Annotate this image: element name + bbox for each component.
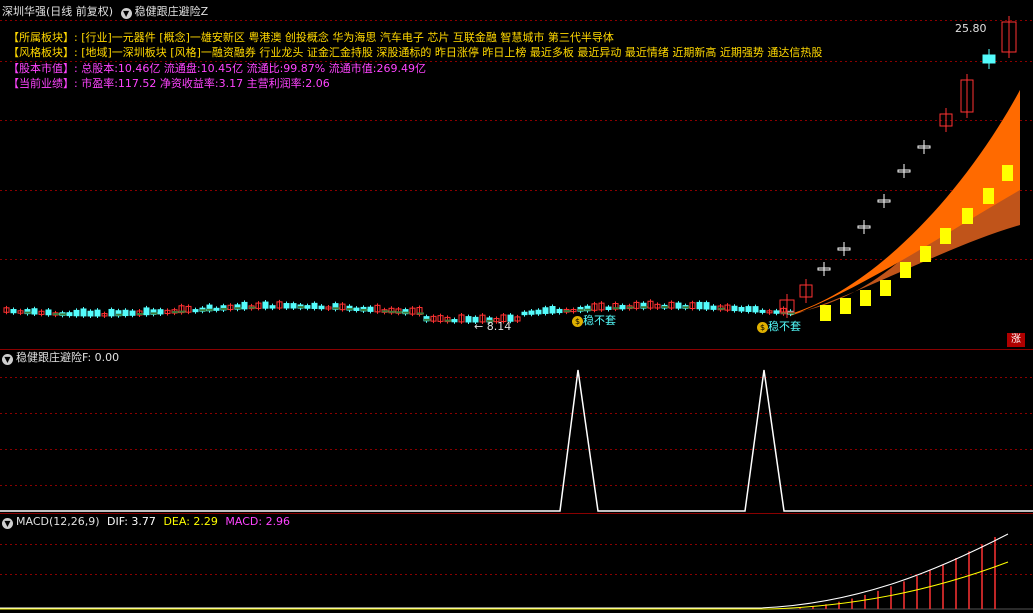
candle-body [73,309,80,317]
candle-body [703,302,710,310]
signal-bar [840,298,851,314]
candle-body [752,306,759,313]
candle-body [213,307,220,311]
candle-body [982,54,996,64]
candle-body [192,309,199,313]
info-text: [地域]一深圳板块 [风格]一融资融券 行业龙头 证金汇金持股 深股通标的 昨日… [81,46,823,59]
candle-body [521,311,528,316]
indicator-pane-header: ▼ 稳健跟庄避险F: 0.00 [2,351,119,365]
candle-body [241,301,248,310]
candle-body [66,312,73,317]
signal-bar [900,262,911,278]
candle-body [262,301,269,309]
money-bag-icon: $ [572,316,583,327]
macd-dea: DEA: 2.29 [163,515,218,528]
signal-bar [962,208,973,224]
candle-body [759,309,766,313]
macd-pane-header: ▼ MACD(12,26,9) DIF: 3.77 DEA: 2.29 MACD:… [2,515,290,529]
stock-title: 深圳华强(日线 前复权) [2,5,114,18]
candle-body [696,301,703,310]
candle-body [304,305,311,309]
candle-body [143,307,150,316]
candle-body [283,303,290,309]
info-label: 【风格板块】: [8,46,78,59]
indicator-chart[interactable] [0,350,1033,513]
info-line-sector: 【所属板块】: [行业]一元器件 [概念]一雄安新区 粤港澳 创投概念 华为海思… [8,30,614,45]
candle-body [10,309,17,314]
macd-value: MACD: 2.96 [225,515,291,528]
chevron-down-icon[interactable]: ▼ [120,8,132,19]
price-low-value: 8.14 [486,320,512,333]
money-bag-icon: $ [757,322,768,333]
indicator-line [0,369,1033,512]
candle-body [353,307,360,312]
macd-name: MACD(12,26,9) [16,515,100,528]
info-text: 市盈率:117.52 净资收益率:3.17 主营利润率:2.06 [81,77,330,90]
candle-body [311,302,318,309]
info-line-performance: 【当前业绩】: 市盈率:117.52 净资收益率:3.17 主营利润率:2.06 [8,76,330,91]
macd-pane[interactable]: ▼ MACD(12,26,9) DIF: 3.77 DEA: 2.29 MACD:… [0,514,1033,613]
price-high-label: 25.80 [955,22,987,35]
signal-label: 稳不套 [768,320,801,333]
signal-bar [820,305,831,321]
candle-body [122,309,129,317]
candle-body [290,303,297,309]
signal-bar [860,290,871,306]
signal-marker-2: $ 稳不套 [757,318,801,334]
candle-body [31,308,38,315]
chevron-down-icon[interactable]: ▼ [2,518,13,529]
candle-body [738,306,745,312]
candle-body [465,316,472,323]
info-line-style: 【风格板块】: [地域]一深圳板块 [风格]一融资融券 行业龙头 证金汇金持股 … [8,45,822,60]
candle-body [528,310,535,315]
sub-indicator-value: : 0.00 [87,351,120,364]
signal-bar [983,188,994,204]
info-text: [行业]一元器件 [概念]一雄安新区 粤港澳 创投概念 华为海思 汽车电子 芯片… [81,31,614,44]
info-text: 总股本:10.46亿 流通盘:10.45亿 流通比:99.87% 流通市值:26… [81,62,426,75]
signal-bar [1002,165,1013,181]
candle-body [773,310,780,314]
candle-body [605,306,612,310]
main-indicator-name: 稳健跟庄避险Z [134,5,209,18]
candle-body [549,306,556,314]
dif-line [0,533,1009,609]
candle-body [87,310,94,317]
candle-body [542,307,549,314]
price-pane[interactable]: 深圳华强(日线 前复权) ▼ 稳健跟庄避险Z 【所属板块】: [行业]一元器件 [… [0,0,1033,349]
sub-indicator-name: 稳健跟庄避险F [16,351,88,364]
candle-body [94,309,101,317]
candle-body [731,305,738,312]
macd-dif: DIF: 3.77 [107,515,156,528]
signal-label: 稳不套 [583,314,616,327]
candle-body [535,309,542,315]
signal-bar [920,246,931,262]
candle-body [367,306,374,312]
candle-body [45,309,52,316]
candle-body [556,308,563,314]
signal-bar [940,228,951,244]
candle-body [318,305,325,310]
dea-line [0,561,1009,610]
candle-body [269,305,276,309]
info-label: 【股本市值】: [8,62,78,75]
signal-marker-1: $ 稳不套 [572,312,616,328]
price-pane-header: 深圳华强(日线 前复权) ▼ 稳健跟庄避险Z [2,5,208,19]
candle-body [619,304,626,310]
candle-body [675,302,682,309]
info-line-capital: 【股本市值】: 总股本:10.46亿 流通盘:10.45亿 流通比:99.87%… [8,61,426,76]
signal-bar [880,280,891,296]
limit-up-badge[interactable]: 涨 [1007,333,1025,347]
candle-body [157,309,164,315]
info-label: 【所属板块】: [8,31,78,44]
candle-body [710,305,717,310]
chevron-down-icon[interactable]: ▼ [2,354,13,365]
info-label: 【当前业绩】: [8,77,78,90]
candle-body [108,308,115,317]
indicator-pane[interactable]: ▼ 稳健跟庄避险F: 0.00 [0,350,1033,513]
candle-body [129,310,136,316]
candle-body [451,319,458,323]
price-low-label: ← 8.14 [474,320,512,333]
candle-body [745,306,752,312]
candle-body [80,308,87,317]
